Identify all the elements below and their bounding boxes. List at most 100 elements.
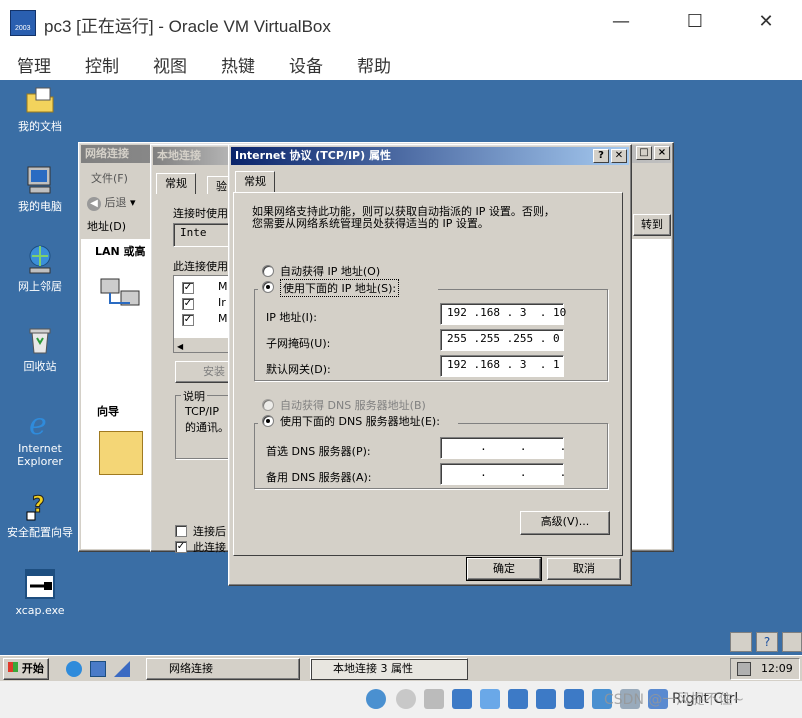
vbox-status-bar: Right Ctrl CSDN @一风捉不住~ xyxy=(0,681,802,718)
tab-general[interactable]: 常规 xyxy=(235,171,275,193)
folder-doc-icon xyxy=(24,84,56,116)
start-button[interactable]: 开始 xyxy=(3,658,49,680)
go-button[interactable]: 转到 xyxy=(633,214,671,236)
maximize-button[interactable]: ☐ xyxy=(680,10,710,34)
tcpip-title: Internet 协议 (TCP/IP) 属性 xyxy=(235,149,391,162)
component-item-2[interactable]: Ir xyxy=(218,296,226,309)
alternate-dns-label: 备用 DNS 服务器(A): xyxy=(266,471,372,484)
component-checkbox-3[interactable]: ✓ xyxy=(182,314,194,326)
subnet-mask-label: 子网掩码(U): xyxy=(266,337,331,350)
tray-network-icon[interactable] xyxy=(730,632,752,652)
close-button[interactable]: ✕ xyxy=(751,10,781,34)
quicklaunch-explorer-icon[interactable] xyxy=(90,661,106,677)
show-icon-checkbox[interactable] xyxy=(175,525,187,537)
advanced-button[interactable]: 高级(V)... xyxy=(520,511,610,535)
alternate-dns-field[interactable]: . . . xyxy=(440,463,566,485)
taskbar-network-connections[interactable]: 网络连接 xyxy=(146,658,300,680)
network-connections-title: 网络连接 xyxy=(85,147,129,160)
wizard-group-header: 向导 xyxy=(97,405,119,418)
auto-ip-radio[interactable] xyxy=(262,265,274,277)
preferred-dns-field[interactable]: . . . xyxy=(440,437,566,459)
desktop-icon-my-computer[interactable]: 我的电脑 xyxy=(0,164,80,213)
desktop-icon-xcap[interactable]: xcap.exe xyxy=(0,568,80,617)
minimize-button[interactable]: — xyxy=(606,10,636,34)
menu-machine[interactable]: 管理 xyxy=(17,52,51,77)
maximize-button[interactable]: □ xyxy=(636,146,652,160)
icon-label: 网上邻居 xyxy=(18,280,62,293)
ok-button[interactable]: 确定 xyxy=(466,557,542,581)
quicklaunch-ie-icon[interactable] xyxy=(66,661,82,677)
tray-help-icon[interactable]: ? xyxy=(756,632,778,652)
menu-help[interactable]: 帮助 xyxy=(357,52,391,77)
intro-line-2: 您需要从网络系统管理员处获得适当的 IP 设置。 xyxy=(252,217,489,230)
back-label: 后退 xyxy=(104,196,127,209)
display-icon[interactable] xyxy=(536,689,556,709)
hdd-status-icon[interactable] xyxy=(366,689,386,709)
close-button[interactable]: × xyxy=(654,146,670,160)
guest-desktop: 我的文档 我的电脑 网上邻居 回收站 e Internet Explorer ?… xyxy=(0,80,802,655)
network-status-icon[interactable] xyxy=(452,689,472,709)
ip-address-label: IP 地址(I): xyxy=(266,311,317,324)
icon-label: xcap.exe xyxy=(15,604,65,617)
desktop-icon-security-wizard[interactable]: ? 安全配置向导 xyxy=(0,490,80,540)
window-title: pc3 [正在运行] - Oracle VM VirtualBox xyxy=(44,17,331,36)
back-arrow-icon: ◀ xyxy=(87,197,101,211)
menu-file[interactable]: 文件(F) xyxy=(91,170,128,186)
icon-label: 回收站 xyxy=(23,360,57,373)
vbox-menu-bar: 管理 控制 视图 热键 设备 帮助 xyxy=(0,44,802,80)
usb-icon[interactable] xyxy=(480,689,500,709)
help-button[interactable]: ? xyxy=(593,149,609,163)
show-icon-label: 连接后 xyxy=(193,525,226,538)
menu-hotkeys[interactable]: 热键 xyxy=(221,52,255,77)
default-gateway-label: 默认网关(D): xyxy=(266,363,331,376)
icon-label: Internet Explorer xyxy=(17,442,63,468)
ip-address-field[interactable]: 192 .168 . 3 . 10 xyxy=(440,303,566,325)
windows-flag-icon xyxy=(8,662,19,672)
cancel-button[interactable]: 取消 xyxy=(547,558,621,580)
desktop-icon-internet-explorer[interactable]: e Internet Explorer xyxy=(0,406,80,468)
auto-ip-label: 自动获得 IP 地址(O) xyxy=(280,265,381,278)
security-wizard-icon: ? xyxy=(24,490,56,522)
back-button[interactable]: ◀ 后退 ▾ xyxy=(87,194,136,211)
icon-label: 安全配置向导 xyxy=(7,526,73,539)
vm-icon-label: 2003 xyxy=(15,25,31,32)
tray-security-icon[interactable] xyxy=(737,662,751,676)
menu-devices[interactable]: 设备 xyxy=(289,52,323,77)
connect-using-label: 连接时使用 xyxy=(173,207,228,220)
shared-folders-icon[interactable] xyxy=(508,689,528,709)
computer-icon xyxy=(24,164,56,196)
taskbar-lan-properties[interactable]: 本地连接 3 属性 xyxy=(310,658,468,680)
recording-icon[interactable] xyxy=(564,689,584,709)
icon-label: 我的电脑 xyxy=(18,200,62,213)
tcpip-titlebar: Internet 协议 (TCP/IP) 属性 xyxy=(231,147,629,165)
svg-text:e: e xyxy=(29,407,47,438)
manual-dns-radio[interactable] xyxy=(262,415,274,427)
menu-control[interactable]: 控制 xyxy=(85,52,119,77)
items-label: 此连接使用 xyxy=(173,260,228,273)
tab-general[interactable]: 常规 xyxy=(156,173,196,194)
auto-dns-radio[interactable] xyxy=(262,399,274,411)
desktop-icon-my-documents[interactable]: 我的文档 xyxy=(0,84,80,133)
quicklaunch-desktop-icon[interactable] xyxy=(114,661,130,677)
notify-checkbox[interactable]: ✓ xyxy=(175,541,187,553)
tray-scroll-icon[interactable] xyxy=(782,632,802,652)
desktop-icon-recycle-bin[interactable]: 回收站 xyxy=(0,324,80,373)
network-connection-icon[interactable] xyxy=(97,275,145,319)
subnet-mask-field[interactable]: 255 .255 .255 . 0 xyxy=(440,329,564,351)
preferred-dns-label: 首选 DNS 服务器(P): xyxy=(266,445,371,458)
description-line-1: TCP/IP xyxy=(185,405,219,418)
tcpip-properties-dialog: Internet 协议 (TCP/IP) 属性 ? ✕ 常规 如果网络支持此功能… xyxy=(228,144,632,586)
lan-group-header: LAN 或高 xyxy=(95,245,146,258)
icon-label: 我的文档 xyxy=(18,120,62,133)
manual-ip-radio[interactable] xyxy=(262,281,274,293)
dialog-close-button[interactable]: ✕ xyxy=(611,149,627,163)
optical-drive-icon[interactable] xyxy=(396,689,416,709)
manual-ip-label: 使用下面的 IP 地址(S): xyxy=(280,279,400,297)
audio-icon[interactable] xyxy=(424,689,444,709)
menu-view[interactable]: 视图 xyxy=(153,52,187,77)
component-checkbox-1[interactable]: ✓ xyxy=(182,282,194,294)
component-checkbox-2[interactable]: ✓ xyxy=(182,298,194,310)
default-gateway-field[interactable]: 192 .168 . 3 . 1 xyxy=(440,355,564,377)
desktop-icon-network-places[interactable]: 网上邻居 xyxy=(0,244,80,293)
new-connection-wizard-icon[interactable] xyxy=(99,431,143,475)
